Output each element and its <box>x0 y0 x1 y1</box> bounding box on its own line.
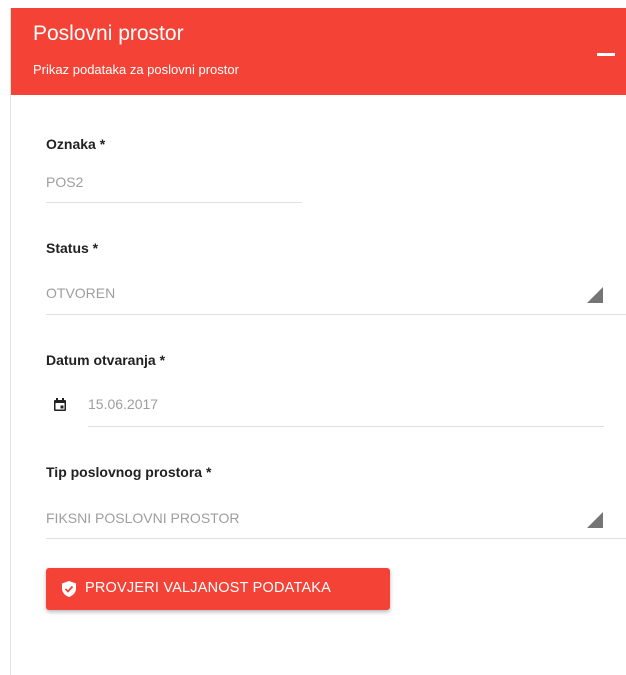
status-label: Status * <box>46 240 99 256</box>
panel-subtitle: Prikaz podataka za poslovni prostor <box>33 62 239 77</box>
oznaka-field[interactable]: POS2 <box>46 174 83 190</box>
panel-header: Poslovni prostor Prikaz podataka za posl… <box>11 8 626 95</box>
tip-label: Tip poslovnog prostora * <box>46 464 212 480</box>
oznaka-underline <box>46 202 302 203</box>
business-premises-panel: Poslovni prostor Prikaz podataka za posl… <box>10 8 626 675</box>
status-select[interactable]: OTVOREN <box>46 285 115 301</box>
panel-title: Poslovni prostor <box>33 22 184 45</box>
dropdown-arrow-icon[interactable] <box>587 287 603 303</box>
validate-button-label: PROVJERI VALJANOST PODATAKA <box>85 580 332 596</box>
datum-underline <box>88 426 604 427</box>
collapse-button[interactable] <box>587 38 626 68</box>
oznaka-label: Oznaka * <box>46 136 106 152</box>
tip-underline <box>46 538 626 539</box>
shield-check-icon <box>62 581 76 597</box>
status-underline <box>46 314 626 315</box>
dropdown-arrow-icon[interactable] <box>587 512 603 528</box>
minus-icon <box>597 53 615 56</box>
tip-select[interactable]: FIKSNI POSLOVNI PROSTOR <box>46 510 239 526</box>
datum-label: Datum otvaranja * <box>46 352 166 368</box>
datum-input[interactable]: 15.06.2017 <box>88 396 158 412</box>
validate-data-button[interactable]: PROVJERI VALJANOST PODATAKA <box>46 568 390 610</box>
calendar-icon[interactable] <box>53 398 67 412</box>
